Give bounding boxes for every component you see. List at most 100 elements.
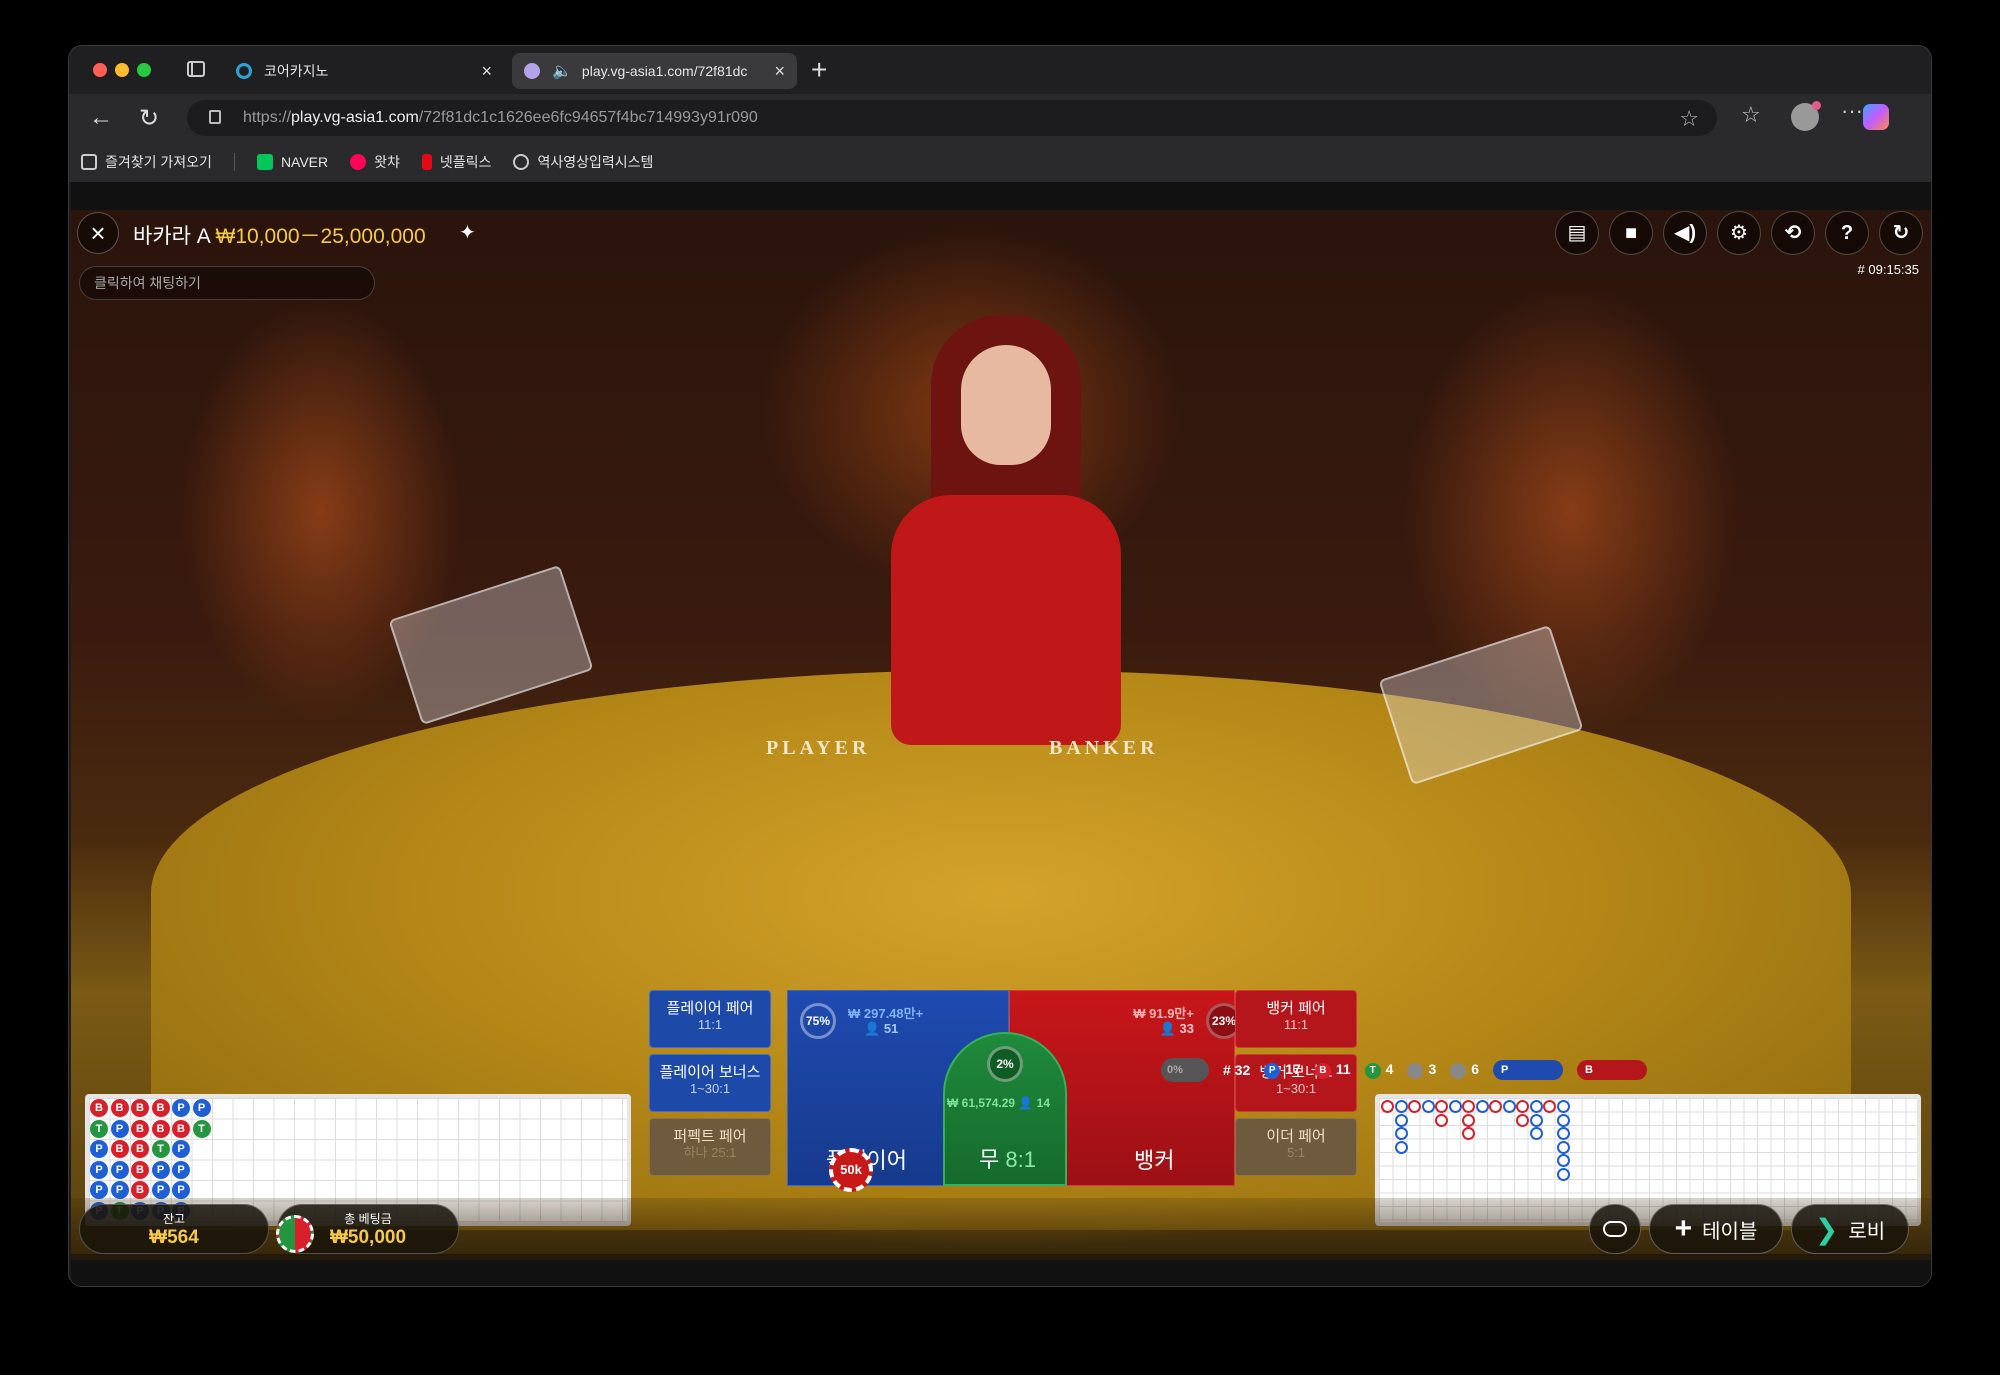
favorite-star-icon[interactable]: ☆	[1679, 106, 1699, 132]
big-road-mark	[1475, 1100, 1489, 1113]
bookmark-watcha[interactable]: 왓챠	[350, 152, 400, 172]
favorites-icon[interactable]: ☆	[1741, 102, 1761, 128]
bookmark-netflix[interactable]: 넷플릭스	[421, 152, 491, 172]
big-road-mark	[1556, 1140, 1570, 1154]
tab-core-casino[interactable]: 코어카지노 ×	[224, 52, 504, 90]
bead-P: P	[110, 1181, 129, 1199]
watcha-icon	[350, 154, 367, 170]
lobby-button[interactable]: ❯ 로비	[1791, 1204, 1909, 1254]
big-road-mark	[1556, 1167, 1570, 1181]
bead-P: P	[172, 1181, 190, 1199]
player-predict-button[interactable]: P	[1493, 1060, 1564, 1080]
tie-bet[interactable]: 2% ₩ 61,574.29 👤 14 무 8:1	[943, 1032, 1067, 1186]
minimize-window-button[interactable]	[115, 63, 129, 77]
big-road-mark	[1556, 1100, 1570, 1113]
tie-dot-icon: T	[1364, 1062, 1381, 1079]
add-table-button[interactable]: + 테이블	[1649, 1204, 1783, 1254]
tab-title: 코어카지노	[264, 63, 329, 79]
big-road-mark	[1394, 1127, 1408, 1140]
tab-actions-icon[interactable]	[187, 61, 205, 77]
history-icon[interactable]: ⟲	[1771, 211, 1815, 255]
banker-pair-bet[interactable]: 뱅커 페어 11:1	[1235, 990, 1357, 1048]
refresh-icon[interactable]: ↻	[1879, 211, 1923, 255]
perfect-pair-bet[interactable]: 퍼펙트 페어 하나 25:1	[649, 1118, 771, 1176]
big-road-mark	[1556, 1113, 1570, 1127]
bookmark-naver[interactable]: NAVER	[256, 154, 328, 170]
speaker-icon[interactable]: 🔈	[552, 61, 572, 81]
road-stats: 0% # 32 P 17 B 11 T4 3 6 P B	[1161, 1058, 1648, 1082]
bookmark-import[interactable]: 즐겨찾기 가져오기	[81, 152, 212, 172]
either-pair-bet[interactable]: 이더 페어 5:1	[1235, 1118, 1357, 1176]
bead-B: B	[172, 1119, 190, 1138]
table-player-label: PLAYER	[766, 737, 871, 759]
player-dot-icon: P	[1264, 1062, 1281, 1079]
bet-label: 플레이어 페어	[666, 1000, 754, 1017]
player-wins: P 17	[1264, 1061, 1301, 1079]
volume-icon[interactable]: ◀)	[1663, 211, 1707, 255]
tab-title: play.vg-asia1.com/72f81dc	[581, 63, 748, 79]
table-limits: ₩10,000－25,000,000	[215, 225, 426, 248]
player-pair-count: 3	[1407, 1061, 1436, 1079]
player-pair-icon	[1407, 1062, 1424, 1079]
chat-input[interactable]: 클릭하여 채팅하기	[79, 266, 375, 300]
new-tab-button[interactable]: +	[811, 54, 827, 86]
big-road-mark	[1435, 1113, 1448, 1127]
big-road-mark	[1516, 1100, 1529, 1113]
balance-label: 잔고	[162, 1212, 186, 1226]
bead-P: P	[90, 1140, 108, 1158]
maximize-window-button[interactable]	[137, 63, 151, 77]
road-toggle[interactable]: 0%	[1161, 1058, 1209, 1082]
bead-B: B	[131, 1140, 149, 1158]
settings-icon[interactable]: ⚙	[1717, 211, 1761, 255]
big-road-mark	[1394, 1113, 1408, 1127]
profile-avatar[interactable]	[1791, 101, 1821, 131]
reload-icon[interactable]: ↻	[139, 104, 159, 133]
chip-50k[interactable]: 50k	[829, 1148, 873, 1192]
lobby-label: 로비	[1848, 1220, 1886, 1243]
tab-close-icon[interactable]: ×	[774, 61, 785, 82]
chat-icon[interactable]: ▤	[1555, 211, 1599, 255]
browser-window: 코어카지노 × 🔈 play.vg-asia1.com/72f81dc × + …	[68, 45, 1932, 1287]
banker-pair-count: 6	[1450, 1061, 1479, 1079]
bet-label: 플레이어 보너스	[659, 1064, 761, 1081]
tab-game[interactable]: 🔈 play.vg-asia1.com/72f81dc ×	[512, 53, 797, 89]
bookmark-history-system[interactable]: 역사영상입력시스템	[513, 152, 653, 172]
banker-amount: ₩ 91.9만+	[1133, 1006, 1194, 1021]
bead-B: B	[151, 1099, 170, 1117]
tab-bar: 코어카지노 × 🔈 play.vg-asia1.com/72f81dc × +	[69, 46, 1931, 94]
player-bonus-bet[interactable]: 플레이어 보너스 1~30:1	[649, 1054, 771, 1112]
copilot-icon[interactable]	[1863, 104, 1889, 130]
close-game-button[interactable]: ×	[77, 212, 119, 254]
tie-amount: ₩ 61,574.29 👤 14	[947, 1096, 1051, 1110]
navigation-bar: ← ↻ https://play.vg-asia1.com/72f81dc1c1…	[69, 94, 1931, 142]
multi-view-button[interactable]	[1589, 1204, 1641, 1254]
close-window-button[interactable]	[93, 63, 107, 77]
lock-icon[interactable]	[209, 110, 221, 124]
bead-B: B	[131, 1160, 149, 1179]
multiview-icon	[1603, 1221, 1627, 1237]
banker-predict-button[interactable]: B	[1577, 1060, 1648, 1080]
player-pair-bet[interactable]: 플레이어 페어 11:1	[649, 990, 771, 1048]
tab-close-icon[interactable]: ×	[481, 61, 492, 82]
favicon-icon	[524, 63, 540, 79]
netflix-icon	[421, 154, 432, 170]
bead-B: B	[151, 1119, 170, 1138]
bet-label: 퍼펙트 페어	[673, 1128, 747, 1145]
player-amount: ₩ 297.48만+	[848, 1006, 924, 1021]
video-icon[interactable]: ■	[1609, 211, 1653, 255]
bookmark-label: 즐겨찾기 가져오기	[105, 154, 212, 170]
dealer	[891, 315, 1121, 745]
address-bar[interactable]: https://play.vg-asia1.com/72f81dc1c1626e…	[187, 100, 1717, 136]
tie-percent: 2%	[987, 1046, 1023, 1082]
bead-P: P	[110, 1119, 129, 1138]
bookmark-label: 왓챠	[374, 154, 400, 170]
back-icon[interactable]: ←	[89, 104, 113, 132]
bookmark-separator	[233, 153, 235, 171]
frame-edge	[71, 1260, 1931, 1286]
help-icon[interactable]: ?	[1825, 211, 1869, 255]
big-road-mark	[1408, 1100, 1421, 1113]
big-road-mark	[1462, 1100, 1475, 1113]
pin-icon[interactable]: ✦	[459, 220, 476, 245]
bead-B: B	[131, 1119, 149, 1138]
more-icon[interactable]: ···	[1841, 98, 1863, 124]
